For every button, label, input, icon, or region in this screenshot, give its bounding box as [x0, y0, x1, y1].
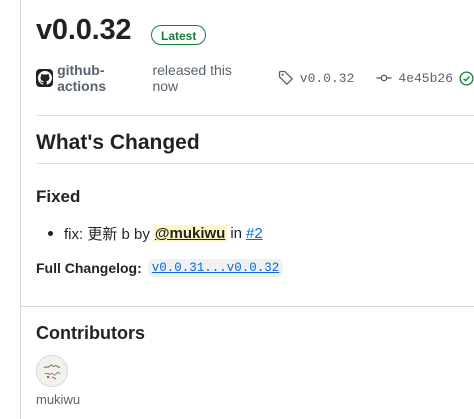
- check-circle-icon[interactable]: [459, 70, 474, 86]
- list-item: fix: 更新 b by @mukiwu in #2: [48, 223, 263, 244]
- commit-icon: [376, 74, 392, 82]
- contributors-heading: Contributors: [36, 323, 145, 343]
- whats-changed-heading: What's Changed: [36, 131, 200, 154]
- heading-underline: [36, 163, 474, 164]
- user-avatar[interactable]: [36, 355, 68, 387]
- commit-sha: 4e45b26: [398, 70, 453, 86]
- release-title[interactable]: v0.0.32: [36, 14, 132, 47]
- github-mark-icon[interactable]: [36, 69, 54, 87]
- contributor-name[interactable]: mukiwu: [36, 392, 80, 407]
- in-text: in: [230, 225, 243, 242]
- fixed-heading: Fixed: [36, 187, 81, 206]
- full-changelog: Full Changelog: v0.0.31...v0.0.32: [36, 259, 284, 277]
- released-text: released this now: [152, 62, 232, 94]
- release-card-border: [20, 0, 21, 419]
- tag-label: v0.0.32: [299, 70, 355, 86]
- contributors-divider: [20, 306, 474, 307]
- compare-link[interactable]: v0.0.31...v0.0.32: [147, 259, 284, 277]
- full-changelog-label: Full Changelog:: [36, 260, 142, 276]
- tag-link[interactable]: v0.0.32: [278, 70, 355, 86]
- user-mention[interactable]: @mukiwu: [152, 225, 228, 242]
- release-meta: github-actions released this now v0.0.32…: [36, 62, 474, 94]
- bullet-icon: [48, 231, 53, 236]
- author-link[interactable]: github-actions: [57, 62, 148, 94]
- pull-request-link[interactable]: #2: [246, 225, 263, 242]
- latest-badge: Latest: [151, 25, 207, 45]
- tag-icon: [278, 70, 293, 86]
- commit-link[interactable]: 4e45b26: [376, 70, 474, 86]
- header-divider: [36, 115, 474, 116]
- change-description: fix: 更新 b by: [64, 226, 150, 243]
